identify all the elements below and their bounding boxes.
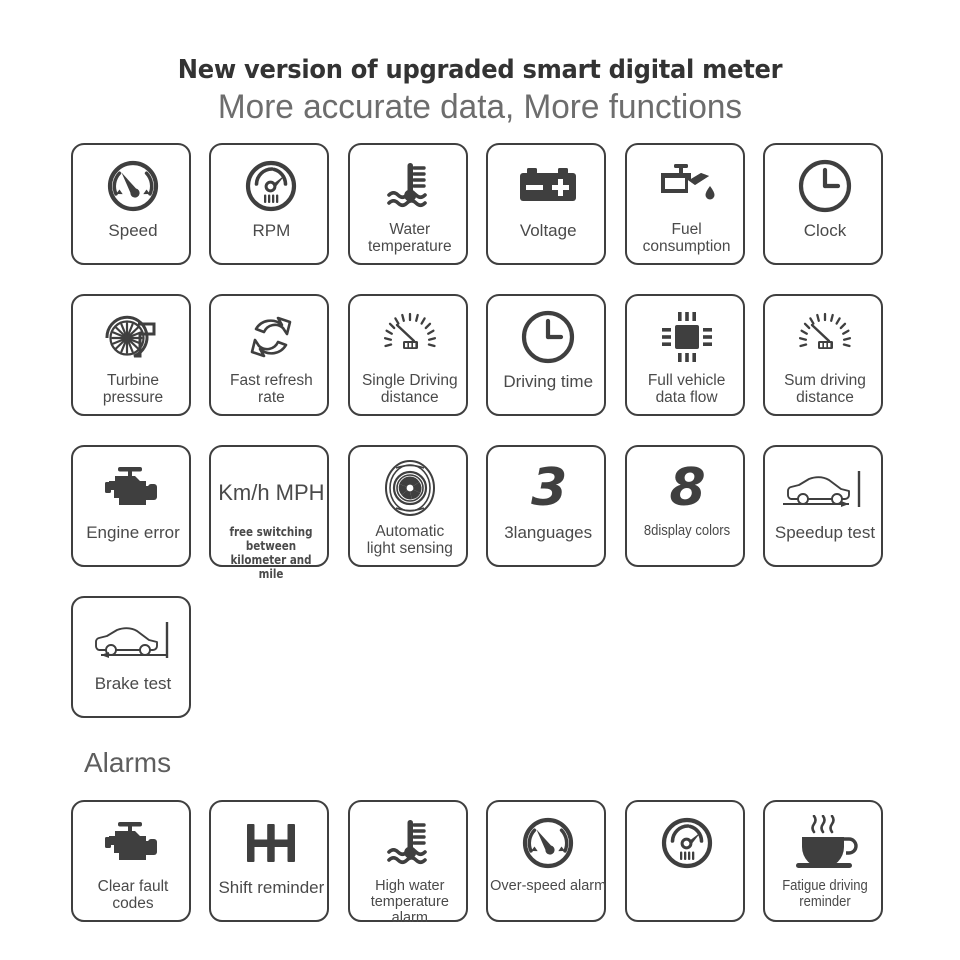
feature-card[interactable] xyxy=(624,800,747,922)
feature-card[interactable]: Km/h MPH free switching between kilometer… xyxy=(209,445,331,581)
page-headline: New version of upgraded smart digital me… xyxy=(177,55,783,85)
kmh-mph-text: Km/h MPH xyxy=(211,451,331,525)
water-temperature-icon xyxy=(350,149,470,223)
aperture-icon xyxy=(350,451,470,525)
turbine-icon xyxy=(73,300,193,374)
card-label: Over-speed alarm xyxy=(490,878,607,894)
odometer-icon xyxy=(765,300,885,374)
card-label: Sum driving distance xyxy=(784,372,866,406)
feature-card[interactable]: Turbine pressure xyxy=(71,294,191,416)
coffee-cup-icon xyxy=(765,806,885,880)
engine-icon xyxy=(73,451,193,525)
alarms-section-title: Alarms xyxy=(84,747,172,778)
speedometer-icon xyxy=(488,806,608,880)
page-subheadline: More accurate data, More functions xyxy=(217,88,743,126)
digit-glyph: 8 xyxy=(669,458,706,518)
chip-icon xyxy=(627,300,747,374)
unit-secondary-text: free switching between kilometer and mil… xyxy=(229,525,313,581)
feature-card[interactable]: Sum driving distance xyxy=(763,294,883,416)
oil-can-icon xyxy=(627,149,747,223)
speedometer-icon xyxy=(73,149,193,223)
odometer-icon xyxy=(350,300,470,374)
feature-card[interactable]: Fatigue driving reminder xyxy=(763,800,883,922)
card-label: 8display colors xyxy=(643,523,730,539)
feature-card[interactable]: Full vehicle data flow xyxy=(624,294,747,416)
feature-card[interactable]: RPM xyxy=(209,143,331,265)
feature-card[interactable]: Water temperature xyxy=(347,143,470,265)
feature-card[interactable]: Engine error xyxy=(71,445,191,567)
feature-card[interactable]: Clear fault codes xyxy=(71,800,191,922)
rpm-gauge-icon xyxy=(211,149,331,223)
refresh-arrows-icon xyxy=(211,300,331,374)
feature-card[interactable]: 8 8display colors xyxy=(624,445,747,567)
feature-card[interactable]: Clock xyxy=(763,143,883,265)
feature-card[interactable]: High water temperature alarm xyxy=(347,800,470,926)
feature-card[interactable]: Over-speed alarm xyxy=(486,800,606,922)
feature-card[interactable]: Shift reminder xyxy=(209,800,331,922)
digit-glyph: 3 xyxy=(531,458,567,518)
water-temperature-icon xyxy=(350,806,470,880)
card-label: Clock xyxy=(803,221,847,240)
feature-card[interactable]: Speed xyxy=(71,143,191,265)
card-label: 3languages xyxy=(504,523,593,542)
feature-card[interactable]: Single Driving distance xyxy=(347,294,470,416)
rpm-gauge-icon xyxy=(627,806,747,880)
feature-card[interactable]: Voltage xyxy=(486,143,608,265)
feature-card[interactable]: Automatic light sensing xyxy=(347,445,470,567)
card-label: Brake test xyxy=(94,674,172,693)
clock-icon xyxy=(765,149,885,223)
feature-card[interactable]: Driving time xyxy=(486,294,608,416)
car-brake-icon xyxy=(73,602,193,676)
digit-3: 3 xyxy=(488,451,608,525)
card-label: Speedup test xyxy=(774,523,876,542)
feature-card[interactable]: 3 3languages xyxy=(486,445,608,567)
car-speedup-icon xyxy=(765,451,885,525)
feature-card[interactable]: Brake test xyxy=(71,596,191,718)
unit-primary-text: Km/h MPH xyxy=(218,479,325,505)
feature-card[interactable]: Speedup test xyxy=(763,445,883,567)
digit-8: 8 xyxy=(627,451,747,525)
gear-shift-icon xyxy=(211,806,331,880)
feature-card[interactable]: Fast refresh rate xyxy=(209,294,331,416)
engine-icon xyxy=(73,806,193,880)
clock-icon xyxy=(488,300,608,374)
feature-card[interactable]: Fuel consumption xyxy=(624,143,747,265)
feature-overview-page: New version of upgraded smart digital me… xyxy=(0,0,960,960)
battery-icon xyxy=(488,149,608,223)
card-label: Fatigue driving reminder xyxy=(782,878,868,910)
card-label: Engine error xyxy=(86,523,180,542)
